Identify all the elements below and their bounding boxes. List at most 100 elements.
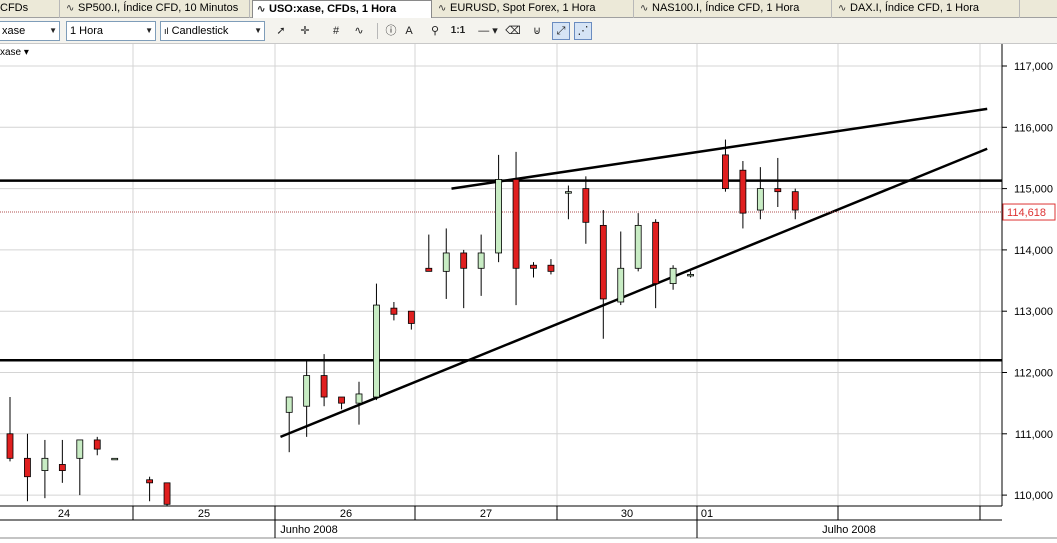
bear-candle — [6, 433, 14, 459]
bull-candle — [495, 179, 503, 254]
y-axis-panel — [1002, 44, 1057, 543]
y-tick-label: 117,000 — [1014, 61, 1053, 73]
channel-tool-icon[interactable]: ⋰ — [574, 22, 592, 40]
chart-area[interactable]: 117,000 116,000 115,000 114,000 113,000 112,0… — [0, 44, 1057, 543]
bear-candle — [58, 464, 66, 471]
bull-candle — [303, 375, 311, 407]
grid-tool-icon[interactable]: # — [327, 22, 345, 40]
bear-candle — [530, 264, 537, 269]
y-tick-label: 116,000 — [1014, 122, 1053, 134]
trendline-tool-icon[interactable]: ⤢ — [552, 22, 570, 40]
bear-candle — [722, 154, 729, 190]
tab-uso[interactable]: ∿ USO:xase, CFDs, 1 Hora — [252, 0, 432, 19]
bull-candle — [76, 439, 84, 459]
chart-type-value: Candlestick — [171, 25, 229, 37]
bull-candle — [477, 252, 485, 269]
x-day-label: 30 — [621, 508, 633, 520]
interval-value: 1 Hora — [70, 25, 104, 37]
zoom-ratio-label: 1:1 — [450, 25, 466, 36]
bull-candle — [285, 396, 293, 413]
dropdown-arrow-icon: ▼ — [49, 26, 57, 35]
chart-toolbar: xase ▼ 1 Hora ▼ ıl Candlestick ▼ ➚ ✛ # ∿… — [0, 18, 1057, 44]
bear-candle — [460, 252, 468, 269]
zoom-ratio-button[interactable]: 1:1 — [448, 22, 468, 40]
x-day-label: 24 — [58, 508, 70, 520]
bear-candle — [24, 457, 31, 478]
x-day-label: 27 — [480, 508, 492, 520]
bull-candle — [442, 252, 450, 272]
price-chart[interactable]: 117,000 116,000 115,000 114,000 113,000 112,0… — [0, 44, 1057, 543]
text-tool-icon[interactable]: A — [400, 22, 418, 40]
bull-candle — [669, 267, 677, 285]
y-tick-label: 114,000 — [1014, 245, 1053, 257]
tab-nas100[interactable]: ∿ NAS100.I, Índice CFD, 1 Hora — [636, 0, 832, 18]
x-month-label: Junho 2008 — [280, 524, 338, 536]
symbol-select[interactable]: xase ▼ — [0, 21, 60, 41]
tab-sp500[interactable]: ∿ SP500.I, Índice CFD, 10 Minutos — [62, 0, 250, 18]
interval-select[interactable]: 1 Hora ▼ — [66, 21, 156, 41]
bear-candle — [774, 188, 782, 193]
bear-candle — [163, 482, 171, 505]
current-price-label: 114,618 — [1007, 207, 1046, 219]
tab-label: USO:xase, CFDs, 1 Hora — [269, 3, 397, 15]
chart-type-select[interactable]: ıl Candlestick ▼ — [160, 21, 265, 41]
tab-eurusd[interactable]: ∿ EURUSD, Spot Forex, 1 Hora — [434, 0, 634, 18]
bear-candle — [652, 221, 660, 285]
bear-candle — [512, 179, 520, 269]
chart-line-icon: ∿ — [66, 3, 75, 14]
bear-candle — [338, 396, 345, 404]
magnet-icon[interactable]: ⊍ — [528, 22, 546, 40]
bull-candle — [756, 188, 764, 211]
bear-candle — [791, 191, 799, 211]
bull-candle — [634, 224, 642, 269]
line-style-icon[interactable]: — ▾ — [474, 22, 502, 40]
tab-label: EURUSD, Spot Forex, 1 Hora — [450, 2, 596, 14]
bull-candle — [373, 304, 380, 398]
bull-candle — [565, 191, 572, 194]
x-day-label: 26 — [340, 508, 352, 520]
info-tool-icon[interactable]: ⓘ — [382, 22, 400, 40]
symbol-value: xase — [2, 25, 26, 37]
tab-label: DAX.I, Índice CFD, 1 Hora — [850, 2, 979, 14]
dropdown-arrow-icon: ▼ — [254, 26, 262, 35]
bull-candle — [687, 274, 694, 277]
bull-candle — [355, 393, 363, 404]
chart-symbol-label[interactable]: xase ▾ — [0, 47, 29, 58]
chart-line-icon: ∿ — [838, 3, 847, 14]
tab-bar: CFDs ∿ SP500.I, Índice CFD, 10 Minutos ∿ U… — [0, 0, 1057, 19]
tab-label: CFDs — [0, 2, 29, 14]
chart-line-icon: ∿ — [257, 4, 266, 15]
tab-dax[interactable]: ∿ DAX.I, Índice CFD, 1 Hora — [834, 0, 1020, 18]
y-tick-label: 112,000 — [1014, 368, 1053, 380]
chart-line-icon: ∿ — [640, 3, 649, 14]
tab-label: NAS100.I, Índice CFD, 1 Hora — [652, 2, 800, 14]
bull-candle — [111, 457, 119, 461]
x-month-label: Julho 2008 — [822, 524, 876, 536]
chart-line-icon: ∿ — [438, 3, 447, 14]
y-tick-label: 111,000 — [1015, 429, 1053, 441]
bear-candle — [582, 188, 590, 223]
tab-label: SP500.I, Índice CFD, 10 Minutos — [78, 2, 239, 14]
bear-candle — [547, 264, 555, 272]
bear-candle — [146, 479, 154, 484]
crosshair-tool-icon[interactable]: ✛ — [296, 22, 314, 40]
candlestick-icon: ıl — [164, 26, 169, 36]
x-day-label: 25 — [198, 508, 210, 520]
bear-candle — [599, 224, 607, 300]
eraser-icon[interactable]: ⌫ — [504, 22, 522, 40]
bear-candle — [739, 169, 747, 214]
bear-candle — [390, 307, 398, 315]
tab-cfds[interactable]: CFDs — [0, 0, 60, 18]
bear-candle — [425, 267, 433, 272]
dropdown-arrow-icon: ▼ — [145, 26, 153, 35]
indicator-tool-icon[interactable]: ∿ — [350, 22, 368, 40]
toolbar-separator — [377, 23, 378, 39]
bear-candle — [407, 310, 415, 324]
zoom-icon[interactable]: ⚲ — [426, 22, 444, 40]
pointer-tool-icon[interactable]: ➚ — [272, 22, 290, 40]
bull-candle — [617, 267, 625, 303]
y-tick-label: 113,000 — [1014, 306, 1053, 318]
bear-candle — [320, 375, 328, 398]
y-tick-label: 115,000 — [1014, 184, 1053, 196]
x-day-label: 01 — [701, 508, 713, 520]
